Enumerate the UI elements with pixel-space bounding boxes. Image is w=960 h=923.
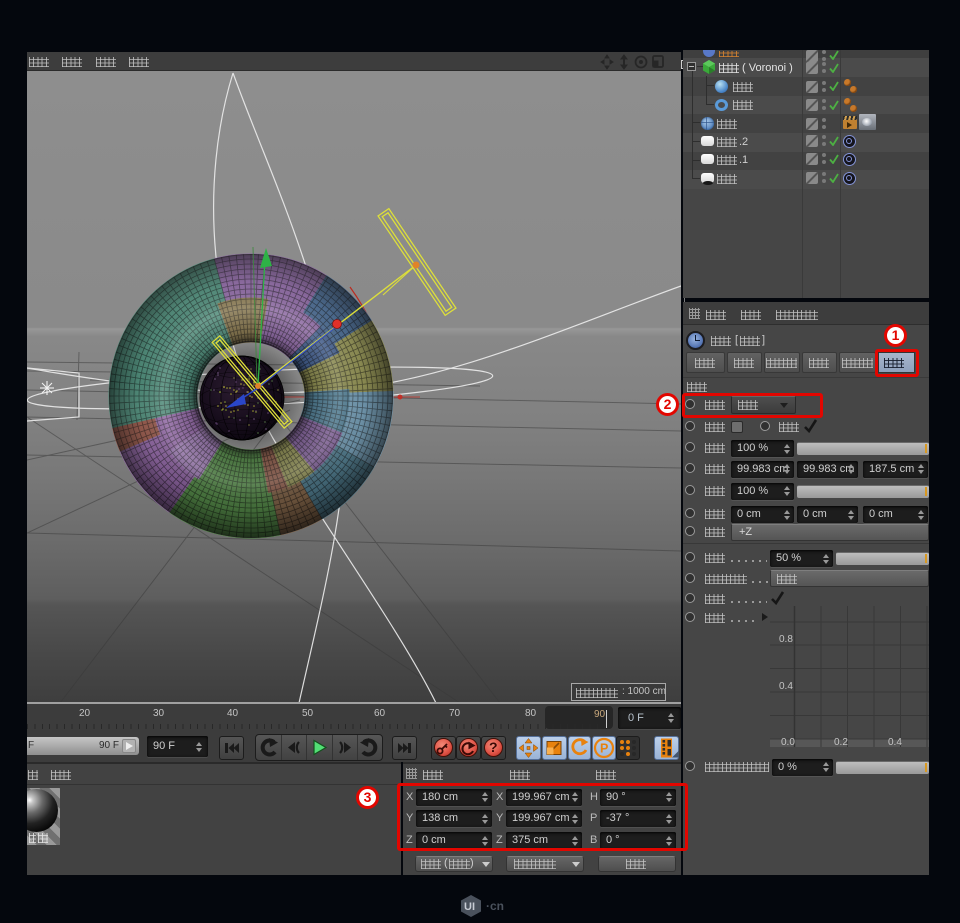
svg-text:P: P	[600, 742, 608, 756]
svg-text:UI: UI	[464, 901, 475, 913]
